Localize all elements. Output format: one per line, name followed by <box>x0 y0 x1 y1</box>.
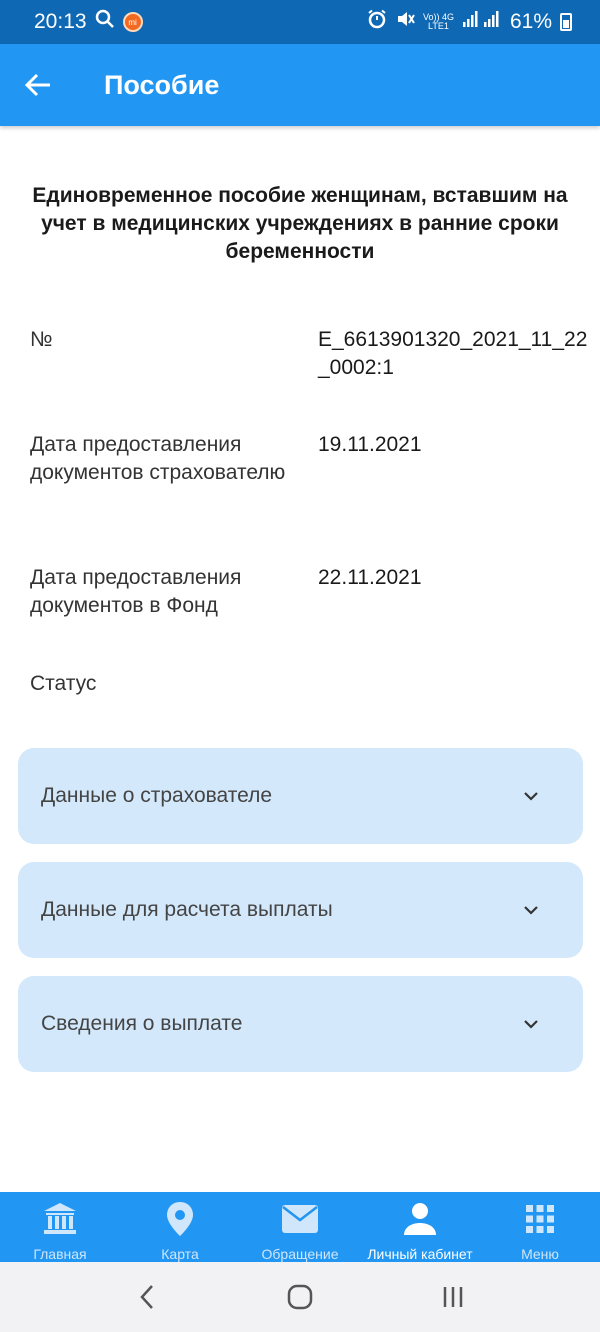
alarm-icon <box>367 9 387 35</box>
field-value: 19.11.2021 <box>318 433 422 456</box>
arrow-left-icon <box>24 73 50 97</box>
chevron-down-icon <box>524 1020 538 1029</box>
bank-icon <box>41 1200 79 1238</box>
field-insurer-date: Дата предоставления документов страховат… <box>30 431 590 487</box>
status-time: 20:13 <box>34 10 87 33</box>
accordion-payment-calc[interactable]: Данные для расчета выплаты <box>18 862 583 958</box>
nav-item-account[interactable]: Личный кабинет <box>360 1192 480 1262</box>
accordion-label: Данные о страхователе <box>41 784 273 807</box>
main-content: Единовременное пособие женщинам, вставши… <box>0 126 600 266</box>
field-label: Статус <box>30 672 97 695</box>
system-home-button[interactable] <box>270 1267 330 1327</box>
benefit-heading: Единовременное пособие женщинам, вставши… <box>32 184 568 263</box>
mail-icon <box>281 1200 319 1238</box>
battery-percent: 61% <box>509 10 552 33</box>
field-label: № <box>30 328 53 351</box>
battery-icon <box>560 13 572 31</box>
accordion-insurer-data[interactable]: Данные о страхователе <box>18 748 583 844</box>
bottom-nav: Главная Карта Обращение Личный кабинет М… <box>0 1192 600 1262</box>
system-back-button[interactable] <box>117 1267 177 1327</box>
nav-item-home[interactable]: Главная <box>0 1192 120 1262</box>
field-fund-date: Дата предоставления документов в Фонд 22… <box>30 564 590 620</box>
page-title: Пособие <box>104 69 220 100</box>
network-type: Vo)) 4G LTE1 <box>422 12 454 31</box>
nav-item-map[interactable]: Карта <box>120 1192 240 1262</box>
nav-label: Карта <box>161 1246 199 1262</box>
person-icon <box>401 1200 439 1238</box>
recents-icon <box>444 1287 463 1307</box>
back-button[interactable] <box>0 44 76 126</box>
app-bar: Пособие <box>0 44 600 126</box>
field-value <box>318 670 588 698</box>
system-nav-bar <box>0 1262 600 1332</box>
nav-label: Главная <box>33 1246 87 1262</box>
map-pin-icon <box>161 1200 199 1238</box>
nav-label: Меню <box>521 1246 559 1262</box>
mute-icon <box>395 9 415 35</box>
field-label: Дата предоставления документов страховат… <box>30 433 286 484</box>
search-icon <box>95 9 115 35</box>
nav-label: Личный кабинет <box>367 1246 473 1262</box>
accordion-payment-info[interactable]: Сведения о выплате <box>18 976 583 1072</box>
field-number: № Е_6613901320_2021_11_22_0002:1 <box>30 326 590 382</box>
nav-label: Обращение <box>261 1246 339 1262</box>
home-circle-icon <box>287 1284 313 1310</box>
field-label: Дата предоставления документов в Фонд <box>30 566 242 617</box>
accordion-label: Данные для расчета выплаты <box>41 898 333 921</box>
field-status: Статус <box>30 670 590 698</box>
chevron-down-icon <box>524 906 538 915</box>
nav-item-appeal[interactable]: Обращение <box>240 1192 360 1262</box>
chevron-down-icon <box>524 792 538 801</box>
status-bar: 20:13 mi Vo)) 4G LTE1 61% <box>0 0 600 44</box>
nav-item-menu[interactable]: Меню <box>480 1192 600 1262</box>
app-notification-icon: mi <box>122 12 143 32</box>
field-value: Е_6613901320_2021_11_22_0002:1 <box>318 328 588 379</box>
chevron-left-icon <box>139 1285 153 1309</box>
accordion-label: Сведения о выплате <box>41 1012 243 1035</box>
field-value: 22.11.2021 <box>318 566 422 589</box>
grid-icon <box>521 1200 559 1238</box>
signal-icon <box>462 10 502 34</box>
system-recents-button[interactable] <box>423 1267 483 1327</box>
